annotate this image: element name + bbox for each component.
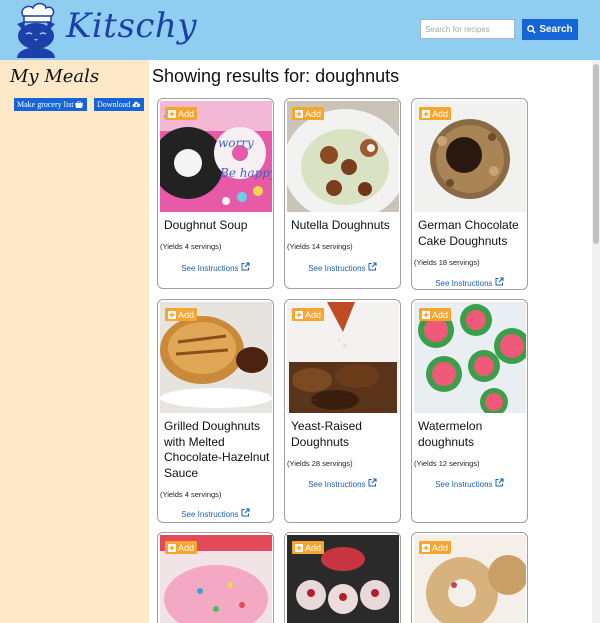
recipe-yields: (Yields 18 servings) — [414, 258, 480, 267]
page-scrollbar[interactable] — [592, 60, 600, 623]
recipe-image[interactable]: Add — [287, 101, 399, 212]
external-link-icon — [368, 262, 377, 271]
see-instructions-link[interactable]: See Instructions — [412, 277, 527, 288]
see-instructions-link[interactable]: See Instructions — [158, 262, 273, 273]
plus-square-icon — [295, 543, 303, 552]
download-label: Download — [97, 100, 131, 109]
recipe-image[interactable]: Add — [160, 302, 272, 413]
plus-square-icon — [168, 310, 176, 319]
scrollbar-thumb[interactable] — [593, 64, 599, 244]
recipe-card: Add Yeast-Raised Doughnuts (Yields 28 se… — [284, 299, 401, 523]
see-instructions-label: See Instructions — [181, 264, 239, 273]
recipe-yields: (Yields 4 servings) — [160, 490, 222, 499]
recipe-card: Add — [157, 532, 274, 623]
plus-square-icon — [422, 543, 430, 552]
recipe-yields: (Yields 14 servings) — [287, 242, 353, 251]
recipe-image[interactable]: Add — [160, 535, 272, 623]
recipe-title: German Chocolate Cake Doughnuts — [418, 218, 519, 248]
recipe-card: Add — [411, 532, 528, 623]
plus-square-icon — [168, 109, 176, 118]
recipe-yields: (Yields 28 servings) — [287, 459, 353, 468]
recipe-title: Nutella Doughnuts — [291, 218, 390, 232]
external-link-icon — [495, 277, 504, 286]
external-link-icon — [241, 508, 250, 517]
add-label: Add — [178, 108, 195, 119]
plus-square-icon — [422, 310, 430, 319]
plus-square-icon — [422, 109, 430, 118]
see-instructions-label: See Instructions — [435, 480, 493, 489]
add-button[interactable]: Add — [292, 308, 325, 321]
header: Kitschy Search — [0, 0, 600, 60]
search-button-label: Search — [539, 24, 573, 35]
recipe-image[interactable]: Add — [414, 101, 526, 212]
add-label: Add — [305, 542, 322, 553]
see-instructions-label: See Instructions — [308, 264, 366, 273]
add-button[interactable]: Add — [419, 541, 452, 554]
recipe-title: Grilled Doughnuts with Melted Chocolate-… — [164, 419, 270, 480]
make-grocery-list-button[interactable]: Make grocery list — [14, 98, 87, 111]
recipe-card: Add — [284, 532, 401, 623]
add-button[interactable]: Add — [165, 541, 198, 554]
add-label: Add — [432, 309, 449, 320]
recipe-yields: (Yields 4 servings) — [160, 242, 222, 251]
results-heading: Showing results for: doughnuts — [152, 66, 400, 86]
recipe-card: Add Grilled Doughnuts with Melted Chocol… — [157, 299, 274, 523]
recipe-image[interactable]: Add — [414, 535, 526, 623]
plus-square-icon — [168, 543, 176, 552]
external-link-icon — [241, 262, 250, 271]
search-input[interactable] — [420, 19, 515, 39]
recipe-card: worry Be happy onut Add Doughnut Soup (Y… — [157, 98, 274, 289]
basket-icon — [75, 101, 84, 108]
recipe-title: Yeast-Raised Doughnuts — [291, 419, 362, 449]
recipe-title: Doughnut Soup — [164, 218, 248, 232]
add-label: Add — [305, 108, 322, 119]
add-label: Add — [178, 542, 195, 553]
add-label: Add — [178, 309, 195, 320]
plus-square-icon — [295, 310, 303, 319]
recipe-card: Add German Chocolate Cake Doughnuts (Yie… — [411, 98, 528, 290]
add-button[interactable]: Add — [292, 107, 325, 120]
plus-square-icon — [295, 109, 303, 118]
add-label: Add — [432, 108, 449, 119]
svg-text:Be happy: Be happy — [219, 166, 272, 180]
make-grocery-list-label: Make grocery list — [17, 100, 74, 109]
see-instructions-label: See Instructions — [181, 510, 239, 519]
external-link-icon — [495, 478, 504, 487]
cat-chef-logo[interactable] — [11, 2, 61, 58]
search-icon — [527, 25, 536, 34]
cloud-download-icon — [132, 101, 141, 107]
see-instructions-link[interactable]: See Instructions — [285, 478, 400, 489]
see-instructions-link[interactable]: See Instructions — [158, 508, 273, 519]
svg-text:worry: worry — [218, 136, 254, 150]
download-button[interactable]: Download — [94, 98, 144, 111]
add-label: Add — [305, 309, 322, 320]
add-button[interactable]: Add — [419, 107, 452, 120]
see-instructions-link[interactable]: See Instructions — [412, 478, 527, 489]
see-instructions-label: See Instructions — [435, 279, 493, 288]
external-link-icon — [368, 478, 377, 487]
add-label: Add — [432, 542, 449, 553]
recipe-image[interactable]: Add — [287, 535, 399, 623]
recipe-card: Add Nutella Doughnuts (Yields 14 serving… — [284, 98, 401, 289]
see-instructions-link[interactable]: See Instructions — [285, 262, 400, 273]
add-button[interactable]: Add — [165, 107, 198, 120]
recipe-title: Watermelon doughnuts — [418, 419, 483, 449]
recipe-image[interactable]: worry Be happy onut Add — [160, 101, 272, 212]
brand-title[interactable]: Kitschy — [66, 6, 197, 46]
search-button[interactable]: Search — [522, 19, 578, 40]
sidebar: My Meals Make grocery list Download — [0, 60, 149, 623]
add-button[interactable]: Add — [419, 308, 452, 321]
sidebar-title: My Meals — [10, 66, 100, 87]
add-button[interactable]: Add — [165, 308, 198, 321]
recipe-image[interactable]: Add — [287, 302, 399, 413]
recipe-yields: (Yields 12 servings) — [414, 459, 480, 468]
add-button[interactable]: Add — [292, 541, 325, 554]
recipe-card: Add Watermelon doughnuts (Yields 12 serv… — [411, 299, 528, 523]
recipe-image[interactable]: Add — [414, 302, 526, 413]
see-instructions-label: See Instructions — [308, 480, 366, 489]
